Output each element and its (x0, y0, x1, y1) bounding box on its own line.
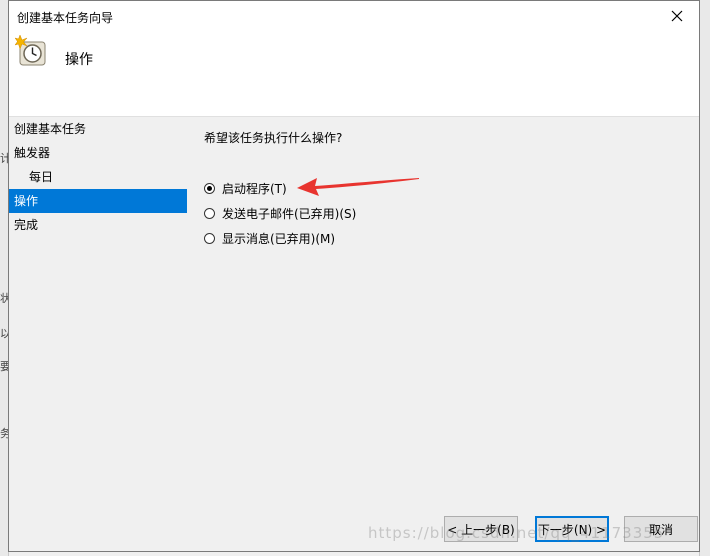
radio-label[interactable]: 发送电子邮件(已弃用)(S) (222, 205, 356, 222)
action-question: 希望该任务执行什么操作? (204, 131, 343, 145)
radio-button-checked[interactable] (204, 183, 215, 194)
radio-label[interactable]: 启动程序(T) (222, 180, 287, 197)
nav-step-create-basic-task[interactable]: 创建基本任务 (9, 117, 187, 141)
wizard-steps-nav: 创建基本任务 触发器 每日 操作 完成 (9, 117, 187, 237)
window-title: 创建基本任务向导 (17, 11, 114, 25)
create-basic-task-wizard: 创建基本任务向导 操作 创建基本任务 触发器 每日 操作 完成 希望该任务执行什… (8, 0, 700, 552)
red-arrow-annotation-icon (297, 178, 419, 196)
next-button[interactable]: 下一步(N) > (535, 516, 609, 542)
radio-button[interactable] (204, 233, 215, 244)
close-button[interactable] (655, 1, 699, 31)
wizard-header: 操作 (9, 31, 699, 117)
close-icon (671, 10, 683, 22)
nav-step-trigger[interactable]: 触发器 (9, 141, 187, 165)
nav-step-finish[interactable]: 完成 (9, 213, 187, 237)
task-scheduler-clock-icon (15, 34, 46, 66)
radio-button[interactable] (204, 208, 215, 219)
back-button[interactable]: < 上一步(B) (444, 516, 518, 542)
background-window-right-edge (699, 0, 710, 556)
cancel-button[interactable]: 取消 (624, 516, 698, 542)
page-heading: 操作 (65, 52, 93, 68)
nav-step-daily[interactable]: 每日 (9, 165, 187, 189)
radio-option-send-email[interactable]: 发送电子邮件(已弃用)(S) (204, 201, 356, 226)
radio-label[interactable]: 显示消息(已弃用)(M) (222, 230, 335, 247)
radio-option-display-message[interactable]: 显示消息(已弃用)(M) (204, 226, 356, 251)
nav-step-action[interactable]: 操作 (9, 189, 187, 213)
title-bar: 创建基本任务向导 (9, 1, 699, 31)
